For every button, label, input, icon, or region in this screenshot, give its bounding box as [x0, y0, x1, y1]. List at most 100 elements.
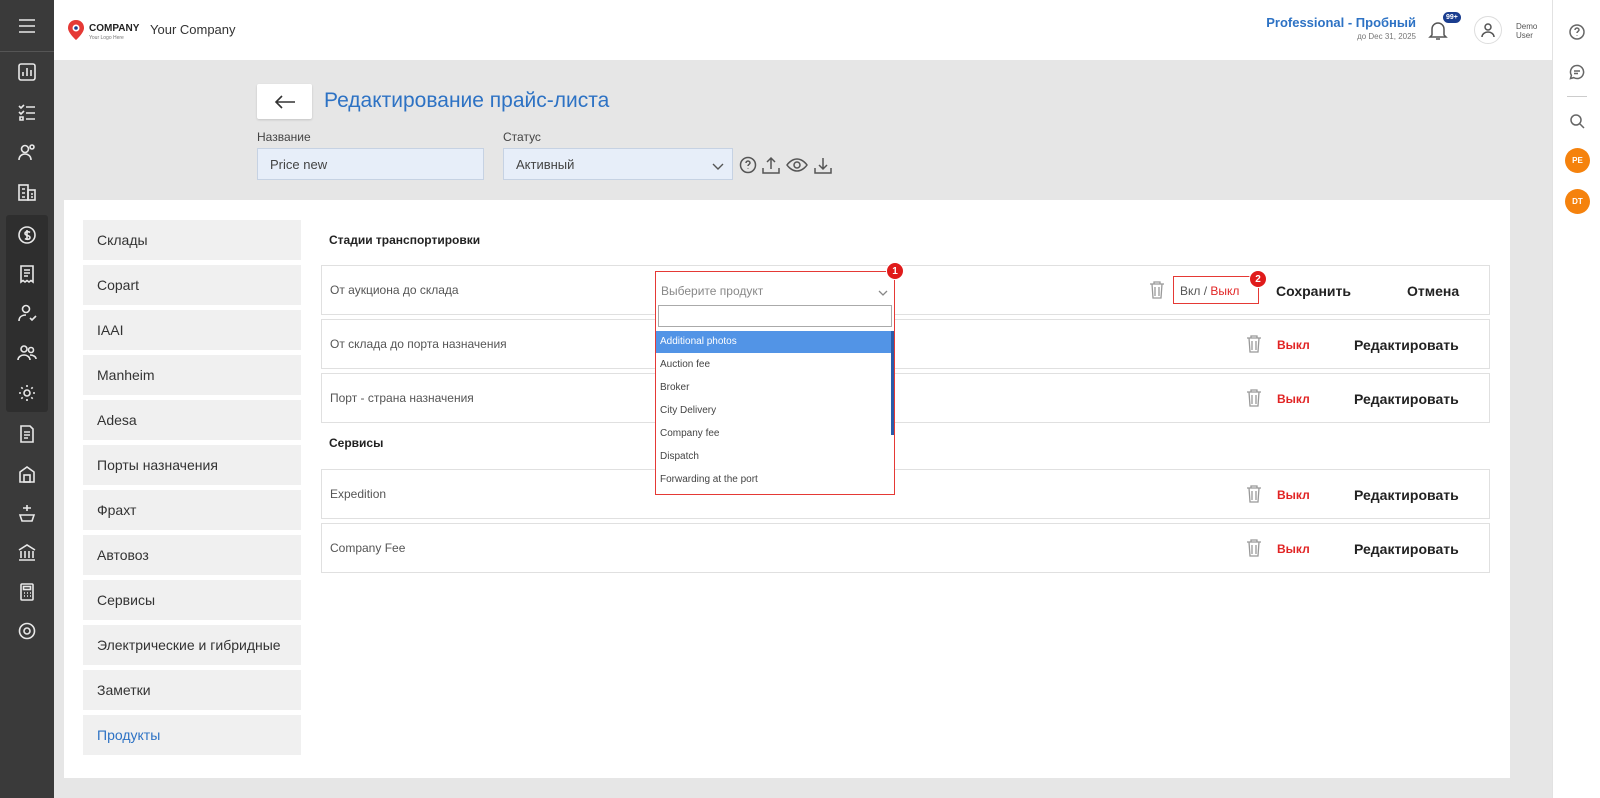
tasks-icon[interactable]	[7, 95, 47, 129]
menu-item-copart[interactable]: Copart	[83, 265, 301, 305]
company-name: Your Company	[150, 22, 236, 37]
dropdown-options: Additional photos Auction fee Broker Cit…	[656, 331, 894, 493]
trash-icon[interactable]	[1245, 388, 1263, 408]
finance-icon[interactable]	[7, 218, 47, 252]
chevron-down-icon	[712, 159, 724, 174]
menu-item-iaai[interactable]: IAAI	[83, 310, 301, 350]
menu-item-products[interactable]: Продукты	[83, 715, 301, 755]
table-row: От аукциона до склада Вкл / Выкл Сохрани…	[321, 265, 1490, 315]
table-row: Expedition Выкл Редактировать	[321, 469, 1490, 519]
table-row: Company Fee Выкл Редактировать	[321, 523, 1490, 573]
menu-item-ports[interactable]: Порты назначения	[83, 445, 301, 485]
right-bar: PE DT	[1552, 0, 1600, 798]
toggle-on-off[interactable]: Вкл / Выкл	[1173, 276, 1259, 304]
plan-name[interactable]: Professional - Пробный	[1266, 15, 1416, 30]
bank-icon[interactable]	[7, 535, 47, 569]
row-label: Порт - страна назначения	[330, 391, 474, 405]
product-select[interactable]: Выберите продукт	[656, 272, 894, 305]
edit-button[interactable]: Редактировать	[1354, 337, 1459, 353]
contacts-icon[interactable]	[7, 135, 47, 169]
annotation-marker-1: 1	[886, 262, 904, 280]
page-title: Редактирование прайс-листа	[324, 89, 610, 112]
edit-button[interactable]: Редактировать	[1354, 391, 1459, 407]
eye-icon[interactable]	[786, 154, 808, 176]
question-icon[interactable]	[737, 154, 759, 176]
avatar-dt[interactable]: DT	[1565, 189, 1590, 214]
edit-button[interactable]: Редактировать	[1354, 541, 1459, 557]
table-row: Порт - страна назначения Выкл Редактиров…	[321, 373, 1490, 423]
help-icon[interactable]	[1565, 20, 1589, 44]
dropdown-option[interactable]: Company fee	[656, 423, 892, 445]
menu-item-manheim[interactable]: Manheim	[83, 355, 301, 395]
menu-item-electric-hybrid[interactable]: Электрические и гибридные	[83, 625, 301, 665]
back-button[interactable]	[257, 84, 312, 119]
notification-badge: 99+	[1443, 12, 1461, 23]
logo-pin-icon	[66, 19, 86, 41]
dropdown-search-input[interactable]	[658, 305, 892, 327]
row-label: От склада до порта назначения	[330, 337, 507, 351]
status-select[interactable]: Активный	[503, 148, 733, 180]
save-button[interactable]: Сохранить	[1276, 283, 1351, 299]
search-icon[interactable]	[1565, 109, 1589, 133]
row-label: От аукциона до склада	[330, 283, 459, 297]
status-off[interactable]: Выкл	[1277, 392, 1310, 406]
buildings-icon[interactable]	[7, 175, 47, 209]
menu-item-services[interactable]: Сервисы	[83, 580, 301, 620]
dashboard-icon[interactable]	[7, 55, 47, 89]
chevron-down-icon	[878, 286, 888, 300]
menu-item-warehouses[interactable]: Склады	[83, 220, 301, 260]
row-label: Company Fee	[330, 541, 406, 555]
menu-item-car-carrier[interactable]: Автовоз	[83, 535, 301, 575]
trash-icon[interactable]	[1148, 280, 1166, 300]
dropdown-option[interactable]: Additional photos	[656, 331, 892, 353]
product-dropdown[interactable]: Выберите продукт Additional photos Aucti…	[655, 271, 895, 495]
dropdown-option[interactable]: Broker	[656, 377, 892, 399]
row-label: Expedition	[330, 487, 387, 501]
status-off[interactable]: Выкл	[1277, 488, 1310, 502]
gear-icon[interactable]	[7, 614, 47, 648]
dropdown-option[interactable]: City Delivery	[656, 400, 892, 422]
plan-expiry: до Dec 31, 2025	[1357, 32, 1416, 41]
trash-icon[interactable]	[1245, 334, 1263, 354]
user-name[interactable]: Demo User	[1516, 22, 1537, 40]
table-row: От склада до порта назначения Выкл Редак…	[321, 319, 1490, 369]
trash-icon[interactable]	[1245, 538, 1263, 558]
menu-item-notes[interactable]: Заметки	[83, 670, 301, 710]
user-settings-icon[interactable]	[7, 296, 47, 330]
port-icon[interactable]	[7, 496, 47, 530]
status-off[interactable]: Выкл	[1277, 338, 1310, 352]
dropdown-scrollbar[interactable]	[891, 331, 894, 435]
calculator-icon[interactable]	[7, 575, 47, 609]
menu-item-adesa[interactable]: Adesa	[83, 400, 301, 440]
menu-item-freight[interactable]: Фрахт	[83, 490, 301, 530]
team-icon[interactable]	[7, 336, 47, 370]
chat-icon[interactable]	[1565, 60, 1589, 84]
top-header: COMPANY Your Logo Here Your Company Prof…	[54, 0, 1552, 60]
menu-icon[interactable]	[0, 0, 54, 52]
company-logo[interactable]: COMPANY Your Logo Here	[66, 17, 146, 43]
status-off[interactable]: Выкл	[1277, 542, 1310, 556]
name-input[interactable]: Price new	[257, 148, 484, 180]
download-icon[interactable]	[812, 154, 834, 176]
product-placeholder: Выберите продукт	[661, 284, 764, 298]
dropdown-option[interactable]: Forwarding at the port	[656, 469, 892, 491]
cancel-button[interactable]: Отмена	[1407, 283, 1459, 299]
annotation-marker-2: 2	[1249, 270, 1267, 288]
invoice-icon[interactable]	[7, 257, 47, 291]
logo-subtext: Your Logo Here	[89, 35, 124, 41]
dropdown-option[interactable]: Dispatch	[656, 446, 892, 468]
upload-icon[interactable]	[760, 154, 782, 176]
logo-text: COMPANY	[89, 23, 140, 34]
section-title-services: Сервисы	[329, 436, 384, 450]
divider	[1567, 96, 1587, 97]
user-avatar-icon[interactable]	[1474, 16, 1502, 44]
section-title-transport: Стадии транспортировки	[329, 233, 481, 247]
trash-icon[interactable]	[1245, 484, 1263, 504]
edit-button[interactable]: Редактировать	[1354, 487, 1459, 503]
warehouse-icon[interactable]	[7, 457, 47, 491]
dropdown-option[interactable]: Auction fee	[656, 354, 892, 376]
document-icon[interactable]	[7, 417, 47, 451]
settings-user-icon[interactable]	[7, 376, 47, 410]
app-sidebar	[0, 0, 54, 798]
avatar-pe[interactable]: PE	[1565, 148, 1590, 173]
